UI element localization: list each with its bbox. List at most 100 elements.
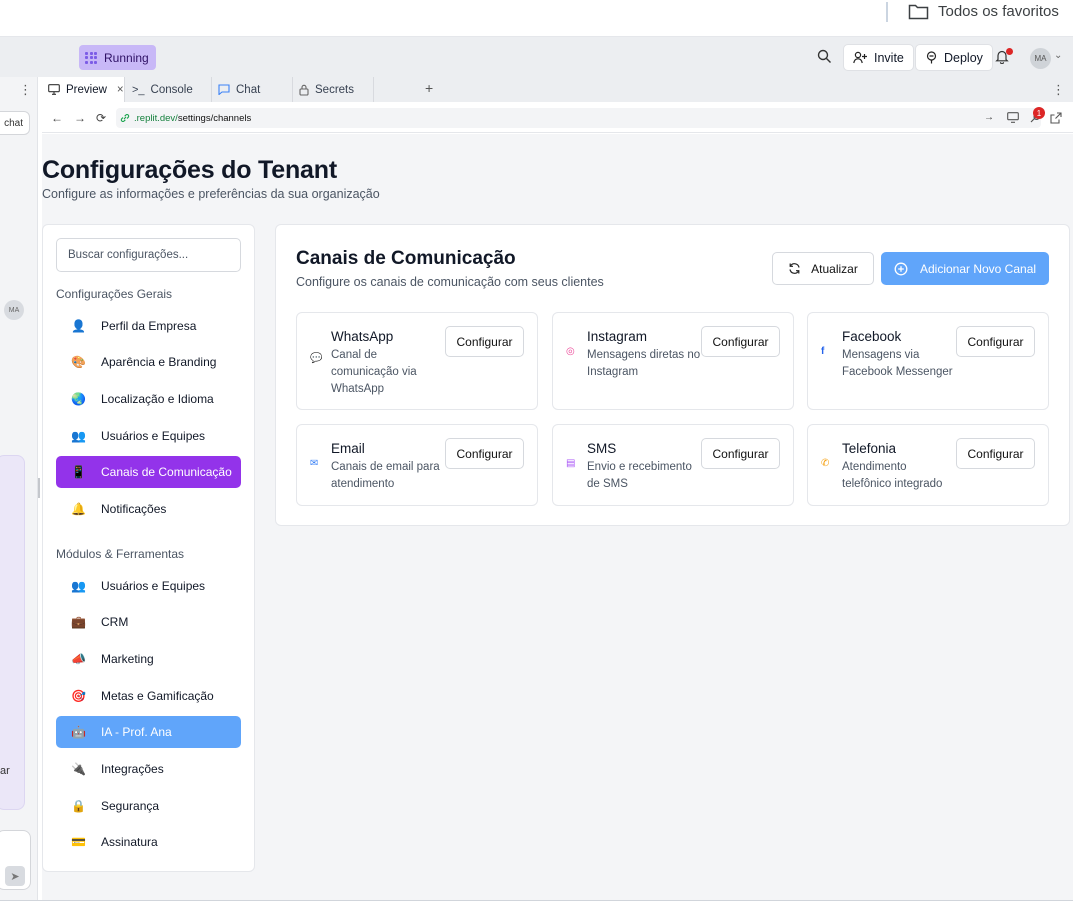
- sidebar-item-label: IA - Prof. Ana: [101, 725, 172, 739]
- grid-icon: [85, 51, 97, 64]
- workspace-topbar: Running Invite Deploy: [0, 37, 1073, 77]
- channel-name: Telefonia: [842, 441, 897, 456]
- run-status-button[interactable]: Running: [79, 45, 156, 70]
- channel-description: Mensagens via Facebook Messenger: [842, 349, 953, 378]
- tab-close-icon[interactable]: ×: [117, 84, 124, 96]
- sidebar-item-label: Localização e Idioma: [101, 392, 214, 406]
- channel-card-sms: ▤ SMS Envio e recebimento de SMS Configu…: [552, 424, 794, 506]
- tab-chat[interactable]: Chat: [212, 77, 293, 102]
- sidebar-item-notifications[interactable]: 🔔 Notificações: [56, 493, 241, 525]
- channels-subtitle: Configure os canais de comunicação com s…: [296, 275, 604, 289]
- sidebar-item-users-teams[interactable]: 👥 Usuários e Equipes: [56, 420, 241, 452]
- channel-card-instagram: ◎ Instagram Mensagens diretas no Instagr…: [552, 312, 794, 410]
- configure-button[interactable]: Configurar: [445, 326, 524, 357]
- sidebar-item-company-profile[interactable]: 👤 Perfil da Empresa: [56, 310, 241, 342]
- instagram-icon: ◎: [566, 346, 575, 357]
- new-tab-plus-icon[interactable]: +: [425, 80, 433, 96]
- back-arrow-icon[interactable]: ←: [51, 111, 63, 125]
- user-avatar[interactable]: MA: [1030, 48, 1051, 69]
- channel-name: Email: [331, 441, 365, 456]
- tab-chat-label: Chat: [236, 83, 261, 96]
- device-icon[interactable]: [1007, 112, 1019, 123]
- configure-button[interactable]: Configurar: [956, 326, 1035, 357]
- channels-title: Canais de Comunicação: [296, 248, 516, 269]
- chat-partial-text: ar: [0, 765, 10, 777]
- bookmarks-bar: Todos os favoritos: [0, 0, 1073, 37]
- refresh-label: Atualizar: [811, 261, 858, 276]
- sidebar-item-ai[interactable]: 🤖 IA - Prof. Ana: [56, 716, 241, 748]
- forward-arrow-icon[interactable]: →: [74, 111, 86, 125]
- avatar-initials: MA: [1034, 54, 1047, 63]
- invite-button[interactable]: Invite: [843, 44, 914, 71]
- channel-description: Canais de email para atendimento: [331, 461, 440, 490]
- sidebar-item-marketing[interactable]: 📣 Marketing: [56, 643, 241, 675]
- sidebar-item-label: CRM: [101, 615, 129, 629]
- sidebar-item-label: Metas e Gamificação: [101, 689, 214, 703]
- settings-search-input[interactable]: Buscar configurações...: [56, 238, 241, 272]
- sidebar-item-localization[interactable]: 🌏 Localização e Idioma: [56, 383, 241, 415]
- new-chat-button[interactable]: chat: [0, 111, 30, 135]
- preview-url-bar: ← → ⟳ .replit.dev/settings/channels → 1: [42, 102, 1073, 133]
- deploy-icon: [926, 51, 937, 64]
- tab-console[interactable]: >_ Console: [126, 77, 212, 102]
- sidebar-item-security[interactable]: 🔒 Segurança: [56, 790, 241, 822]
- open-new-window-icon[interactable]: [1050, 112, 1062, 124]
- pane-more-icon[interactable]: ⋮: [1052, 82, 1065, 98]
- mail-icon: ✉: [310, 458, 319, 469]
- search-icon[interactable]: [817, 49, 832, 64]
- phone-call-icon: ✆: [821, 458, 830, 469]
- sidebar-item-crm[interactable]: 💼 CRM: [56, 606, 241, 638]
- add-channel-button[interactable]: Adicionar Novo Canal: [881, 252, 1049, 285]
- settings-search-placeholder: Buscar configurações...: [68, 249, 189, 261]
- refresh-button[interactable]: Atualizar: [772, 252, 874, 285]
- more-options-icon[interactable]: ⋮: [19, 82, 32, 98]
- deploy-label: Deploy: [944, 50, 983, 65]
- channel-card-facebook: f Facebook Mensagens via Facebook Messen…: [807, 312, 1049, 410]
- app-bottom-edge: [0, 900, 1073, 908]
- sidebar-item-label: Assinatura: [101, 835, 158, 849]
- lock-icon: 🔒: [71, 799, 86, 813]
- panel-resize-handle[interactable]: [38, 478, 40, 498]
- phone-icon: 📱: [71, 465, 86, 479]
- sidebar-item-channels[interactable]: 📱 Canais de Comunicação: [56, 456, 241, 488]
- go-arrow-icon[interactable]: →: [984, 112, 994, 123]
- folder-icon: [908, 4, 929, 20]
- tab-console-label: Console: [150, 83, 193, 96]
- reload-icon[interactable]: ⟳: [96, 111, 106, 125]
- chevron-down-icon[interactable]: ⌄: [1054, 50, 1062, 61]
- bookmark-folder-all[interactable]: Todos os favoritos: [908, 3, 1059, 20]
- deploy-button[interactable]: Deploy: [915, 44, 993, 71]
- globe-icon: 🌏: [71, 392, 86, 406]
- chat-avatar: MA: [4, 300, 24, 320]
- url-input[interactable]: .replit.dev/settings/channels: [116, 108, 1041, 128]
- send-icon[interactable]: ➤: [5, 866, 25, 886]
- tab-preview-label: Preview: [66, 83, 107, 96]
- sidebar-item-integrations[interactable]: 🔌 Integrações: [56, 753, 241, 785]
- sidebar-item-branding[interactable]: 🎨 Aparência e Branding: [56, 346, 241, 378]
- sidebar-item-label: Integrações: [101, 762, 164, 776]
- tab-secrets[interactable]: Secrets: [293, 77, 374, 102]
- chat-message-card: [0, 455, 25, 810]
- configure-button[interactable]: Configurar: [956, 438, 1035, 469]
- tab-preview[interactable]: Preview ×: [42, 77, 125, 102]
- sidebar-item-label: Canais de Comunicação: [101, 465, 232, 479]
- sidebar-item-subscription[interactable]: 💳 Assinatura: [56, 826, 241, 858]
- sidebar-item-label: Segurança: [101, 799, 160, 813]
- bookmarks-separator: [886, 2, 888, 22]
- chat-bubble-icon: [218, 84, 230, 95]
- configure-button[interactable]: Configurar: [701, 438, 780, 469]
- invite-label: Invite: [874, 50, 904, 65]
- channel-name: Instagram: [587, 329, 648, 344]
- tab-secrets-label: Secrets: [315, 83, 354, 96]
- lock-icon: [299, 84, 309, 96]
- link-icon: [120, 114, 130, 122]
- sidebar-item-goals[interactable]: 🎯 Metas e Gamificação: [56, 680, 241, 712]
- sidebar-item-label: Marketing: [101, 652, 154, 666]
- sidebar-item-module-users[interactable]: 👥 Usuários e Equipes: [56, 570, 241, 602]
- sidebar-item-label: Usuários e Equipes: [101, 579, 206, 593]
- terminal-icon: >_: [132, 83, 145, 96]
- configure-button[interactable]: Configurar: [445, 438, 524, 469]
- facebook-icon: f: [821, 346, 825, 357]
- sidebar-item-label: Aparência e Branding: [101, 355, 217, 369]
- configure-button[interactable]: Configurar: [701, 326, 780, 357]
